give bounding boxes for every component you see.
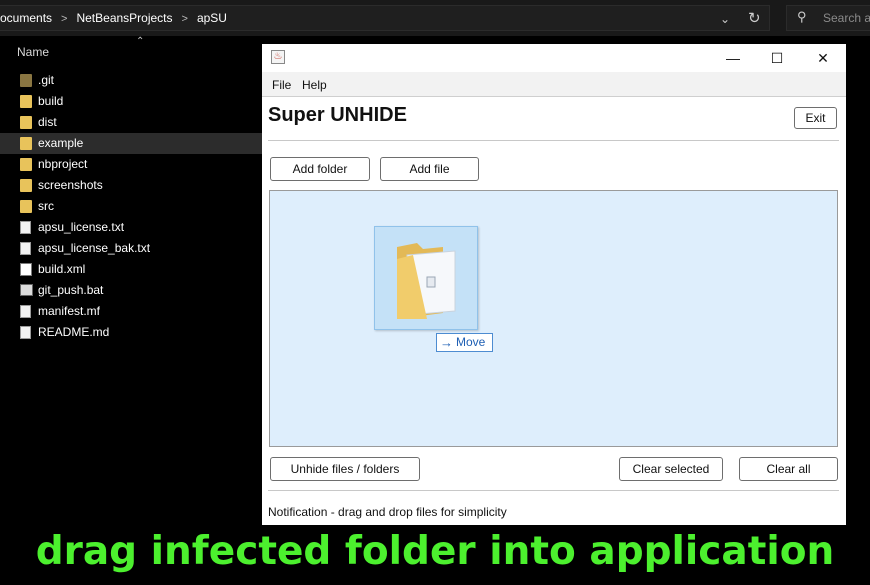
folder-icon <box>20 179 32 192</box>
chevron-down-icon[interactable]: ⌄ <box>720 12 730 26</box>
notification-text: Notification - drag and drop files for s… <box>268 505 507 519</box>
close-button[interactable]: ✕ <box>800 44 846 72</box>
search-icon: ⚲ <box>797 9 807 24</box>
file-name: README.md <box>38 325 110 339</box>
file-item-apsu-license-bak[interactable]: apsu_license_bak.txt <box>0 238 262 259</box>
file-item-git-push-bat[interactable]: git_push.bat <box>0 280 262 301</box>
unhide-files-button[interactable]: Unhide files / folders <box>270 457 420 481</box>
folder-icon <box>397 243 456 319</box>
window-title-bar[interactable]: ♨ — ☐ ✕ <box>262 44 846 72</box>
drop-zone[interactable]: → Move <box>269 190 838 447</box>
add-folder-button[interactable]: Add folder <box>270 157 370 181</box>
file-item-src[interactable]: src <box>0 196 262 217</box>
file-item-screenshots[interactable]: screenshots <box>0 175 262 196</box>
text-file-icon <box>20 326 31 339</box>
text-file-icon <box>20 242 31 255</box>
folder-icon <box>20 137 32 150</box>
search-placeholder: Search ap <box>823 11 870 25</box>
breadcrumb-netbeansprojects[interactable]: NetBeansProjects <box>76 6 172 30</box>
add-file-button[interactable]: Add file <box>380 157 479 181</box>
xml-file-icon <box>20 263 32 276</box>
file-item-example[interactable]: example <box>0 133 262 154</box>
divider <box>268 490 839 491</box>
clear-selected-button[interactable]: Clear selected <box>619 457 723 481</box>
folder-icon <box>20 158 32 171</box>
address-field[interactable]: ocuments > NetBeansProjects > apSU ⌄ ↻ <box>0 5 770 31</box>
file-item-readme[interactable]: README.md <box>0 322 262 343</box>
java-app-icon: ♨ <box>271 50 285 64</box>
text-file-icon <box>20 305 31 318</box>
file-name: example <box>38 136 84 150</box>
folder-icon <box>20 116 32 129</box>
caption-overlay: drag infected folder into application <box>35 529 835 574</box>
file-name: manifest.mf <box>38 304 101 318</box>
folder-icon <box>20 200 32 213</box>
file-item-nbproject[interactable]: nbproject <box>0 154 262 175</box>
menu-file[interactable]: File <box>272 78 291 92</box>
menu-bar: File Help <box>262 72 846 97</box>
file-item-build-xml[interactable]: build.xml <box>0 259 262 280</box>
breadcrumb-apsu[interactable]: apSU <box>197 6 227 30</box>
exit-button[interactable]: Exit <box>794 107 837 129</box>
file-list: .git build dist example nbproject screen… <box>0 70 262 343</box>
file-item-dist[interactable]: dist <box>0 112 262 133</box>
drag-move-tooltip: → Move <box>436 333 493 352</box>
move-label: Move <box>456 335 486 349</box>
file-name: dist <box>38 115 57 129</box>
file-name: build.xml <box>38 262 86 276</box>
dragged-folder-preview <box>374 226 478 330</box>
breadcrumb-separator-icon: > <box>181 13 188 25</box>
maximize-button[interactable]: ☐ <box>754 44 800 72</box>
file-item-git[interactable]: .git <box>0 70 262 91</box>
file-name: src <box>38 199 54 213</box>
column-header-name[interactable]: Name <box>17 45 49 59</box>
folder-icon <box>20 95 32 108</box>
file-name: screenshots <box>38 178 103 192</box>
breadcrumb-separator-icon: > <box>61 13 68 25</box>
file-name: nbproject <box>38 157 88 171</box>
breadcrumb-documents[interactable]: ocuments <box>0 6 52 30</box>
file-name: .git <box>38 73 55 87</box>
file-item-manifest[interactable]: manifest.mf <box>0 301 262 322</box>
sort-ascending-icon: ⌃ <box>136 36 145 47</box>
arrow-right-icon: → <box>440 335 453 350</box>
super-unhide-window: ♨ — ☐ ✕ File Help Super UNHIDE Exit Add … <box>262 44 846 525</box>
refresh-icon[interactable]: ↻ <box>748 9 761 27</box>
search-input[interactable]: ⚲ Search ap <box>786 5 870 31</box>
text-file-icon <box>20 221 31 234</box>
page-title: Super UNHIDE <box>268 104 407 126</box>
file-list-header: Name ⌃ <box>0 36 262 66</box>
folder-icon <box>20 74 32 87</box>
divider <box>268 140 839 141</box>
clear-all-button[interactable]: Clear all <box>739 457 838 481</box>
explorer-address-bar: ocuments > NetBeansProjects > apSU ⌄ ↻ ⚲ Sea… <box>0 0 870 36</box>
file-name: git_push.bat <box>38 283 104 297</box>
file-name: build <box>38 94 64 108</box>
file-name: apsu_license.txt <box>38 220 125 234</box>
file-item-build[interactable]: build <box>0 91 262 112</box>
menu-help[interactable]: Help <box>302 78 327 92</box>
batch-file-icon <box>20 284 33 296</box>
breadcrumb: ocuments > NetBeansProjects > apSU <box>0 6 227 32</box>
file-name: apsu_license_bak.txt <box>38 241 151 255</box>
file-item-apsu-license[interactable]: apsu_license.txt <box>0 217 262 238</box>
minimize-button[interactable]: — <box>710 44 756 72</box>
